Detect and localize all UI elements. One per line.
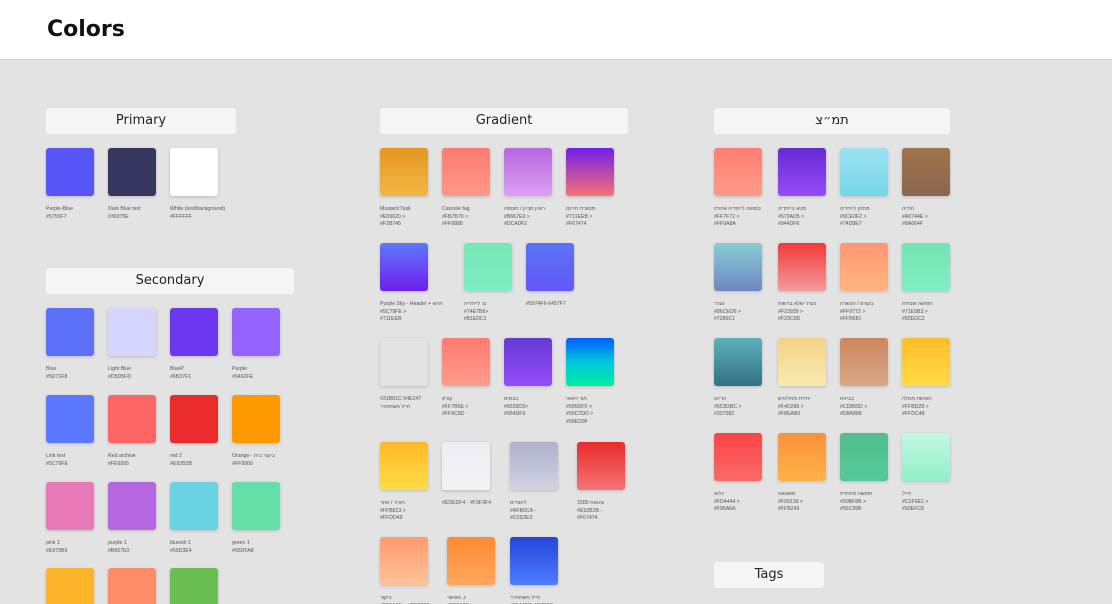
- tamatz-swatch-label: חלייה #A0744E > #8A664F: [902, 206, 928, 228]
- secondary-swatch[interactable]: [170, 482, 218, 530]
- tamatz-swatch-label: חופשה שנתית #71E5B3 > #82EDC2: [902, 301, 933, 323]
- tamatz-swatch[interactable]: [840, 433, 888, 481]
- section-header-gradient: Gradient: [380, 108, 628, 134]
- section-header-secondary: Secondary: [46, 268, 294, 294]
- gradient-swatch-label: #5974F6-6457F7: [526, 301, 566, 307]
- secondary-swatch[interactable]: [108, 308, 156, 356]
- tamatz-swatch[interactable]: [778, 243, 826, 291]
- secondary-swatch-label: green 1 #65DFA8: [232, 540, 254, 554]
- secondary-swatch[interactable]: [46, 482, 94, 530]
- gradient-swatch[interactable]: [380, 537, 428, 585]
- tamatz-swatch-label: חופשת מחלה #FFBD28 > #FFDC48: [902, 396, 932, 418]
- gradient-swatch[interactable]: [526, 243, 574, 291]
- secondary-swatch[interactable]: [232, 395, 280, 443]
- secondary-swatch[interactable]: [170, 568, 218, 604]
- secondary-swatch[interactable]: [108, 482, 156, 530]
- gradient-swatch[interactable]: [577, 442, 625, 490]
- gradient-swatch[interactable]: [510, 442, 558, 490]
- secondary-swatch[interactable]: [46, 308, 94, 356]
- tamatz-swatch[interactable]: [840, 148, 888, 196]
- section-header-primary: Primary: [46, 108, 236, 134]
- gradient-swatch[interactable]: [504, 338, 552, 386]
- section-header-tamatz: תמ״צ: [714, 108, 950, 134]
- gradient-swatch-label: Purple Sky - Header + תיוש #5C79FE > #71…: [380, 301, 443, 323]
- gradient-swatch[interactable]: [380, 243, 428, 291]
- gradient-swatch[interactable]: [442, 148, 490, 196]
- gradient-swatch[interactable]: [566, 338, 614, 386]
- gradient-swatch[interactable]: [504, 148, 552, 196]
- gradient-swatch[interactable]: [380, 148, 428, 196]
- tamatz-swatch[interactable]: [778, 433, 826, 481]
- tamatz-swatch[interactable]: [714, 148, 762, 196]
- primary-swatch[interactable]: [170, 148, 218, 196]
- gradient-swatch[interactable]: [442, 442, 490, 490]
- tamatz-swatch[interactable]: [778, 148, 826, 196]
- secondary-swatch[interactable]: [108, 568, 156, 604]
- tamatz-swatch[interactable]: [714, 243, 762, 291]
- top-bar: Colors: [0, 0, 1112, 60]
- secondary-swatch[interactable]: [46, 568, 94, 604]
- gradient-swatch[interactable]: [447, 537, 495, 585]
- primary-swatch-label: White (text/background) #FFFFFF: [170, 206, 226, 220]
- secondary-swatch[interactable]: [46, 395, 94, 443]
- gradient-swatch[interactable]: [510, 537, 558, 585]
- tamatz-swatch[interactable]: [902, 433, 950, 481]
- gradient-swatch-label: 1500 גהגוות #E92B2B - #F67474: [577, 500, 604, 522]
- tamatz-swatch[interactable]: [902, 243, 950, 291]
- gradient-swatch[interactable]: [380, 442, 428, 490]
- secondary-swatch[interactable]: [170, 308, 218, 356]
- section-header-tags: Tags: [714, 562, 824, 588]
- secondary-swatch[interactable]: [232, 308, 280, 356]
- gradient-swatch-label: מסגרת חירום #711EEB > #F67474: [566, 206, 596, 228]
- secondary-swatch[interactable]: [232, 482, 280, 530]
- gradient-swatch-label: תור רפואי #005DFF > #00C7DD > #00ED9F: [566, 396, 594, 425]
- tamatz-swatch[interactable]: [778, 338, 826, 386]
- gradient-swatch[interactable]: [464, 243, 512, 291]
- primary-swatch[interactable]: [108, 148, 156, 196]
- tamatz-swatch-label: חייל #C2F9E1 > #93EFC8: [902, 491, 929, 513]
- secondary-swatch-label: Purple #9462FE: [232, 366, 254, 380]
- secondary-swatch-label: Orange - ביקור בית #FF9900: [232, 453, 275, 467]
- tamatz-swatch[interactable]: [902, 148, 950, 196]
- secondary-swatch[interactable]: [170, 395, 218, 443]
- gradient-swatch[interactable]: [380, 338, 428, 386]
- gradient-swatch-label: חייל משתחרר #2544DD-4D7DFE: [510, 595, 554, 604]
- page-title: Colors: [47, 17, 125, 42]
- secondary-swatch[interactable]: [108, 395, 156, 443]
- tamatz-swatch[interactable]: [840, 243, 888, 291]
- tamatz-swatch[interactable]: [714, 338, 762, 386]
- gradient-swatch[interactable]: [442, 338, 490, 386]
- tamatz-swatch[interactable]: [902, 338, 950, 386]
- tamatz-swatch[interactable]: [714, 433, 762, 481]
- gradient-swatch[interactable]: [566, 148, 614, 196]
- tamatz-swatch[interactable]: [840, 338, 888, 386]
- primary-swatch[interactable]: [46, 148, 94, 196]
